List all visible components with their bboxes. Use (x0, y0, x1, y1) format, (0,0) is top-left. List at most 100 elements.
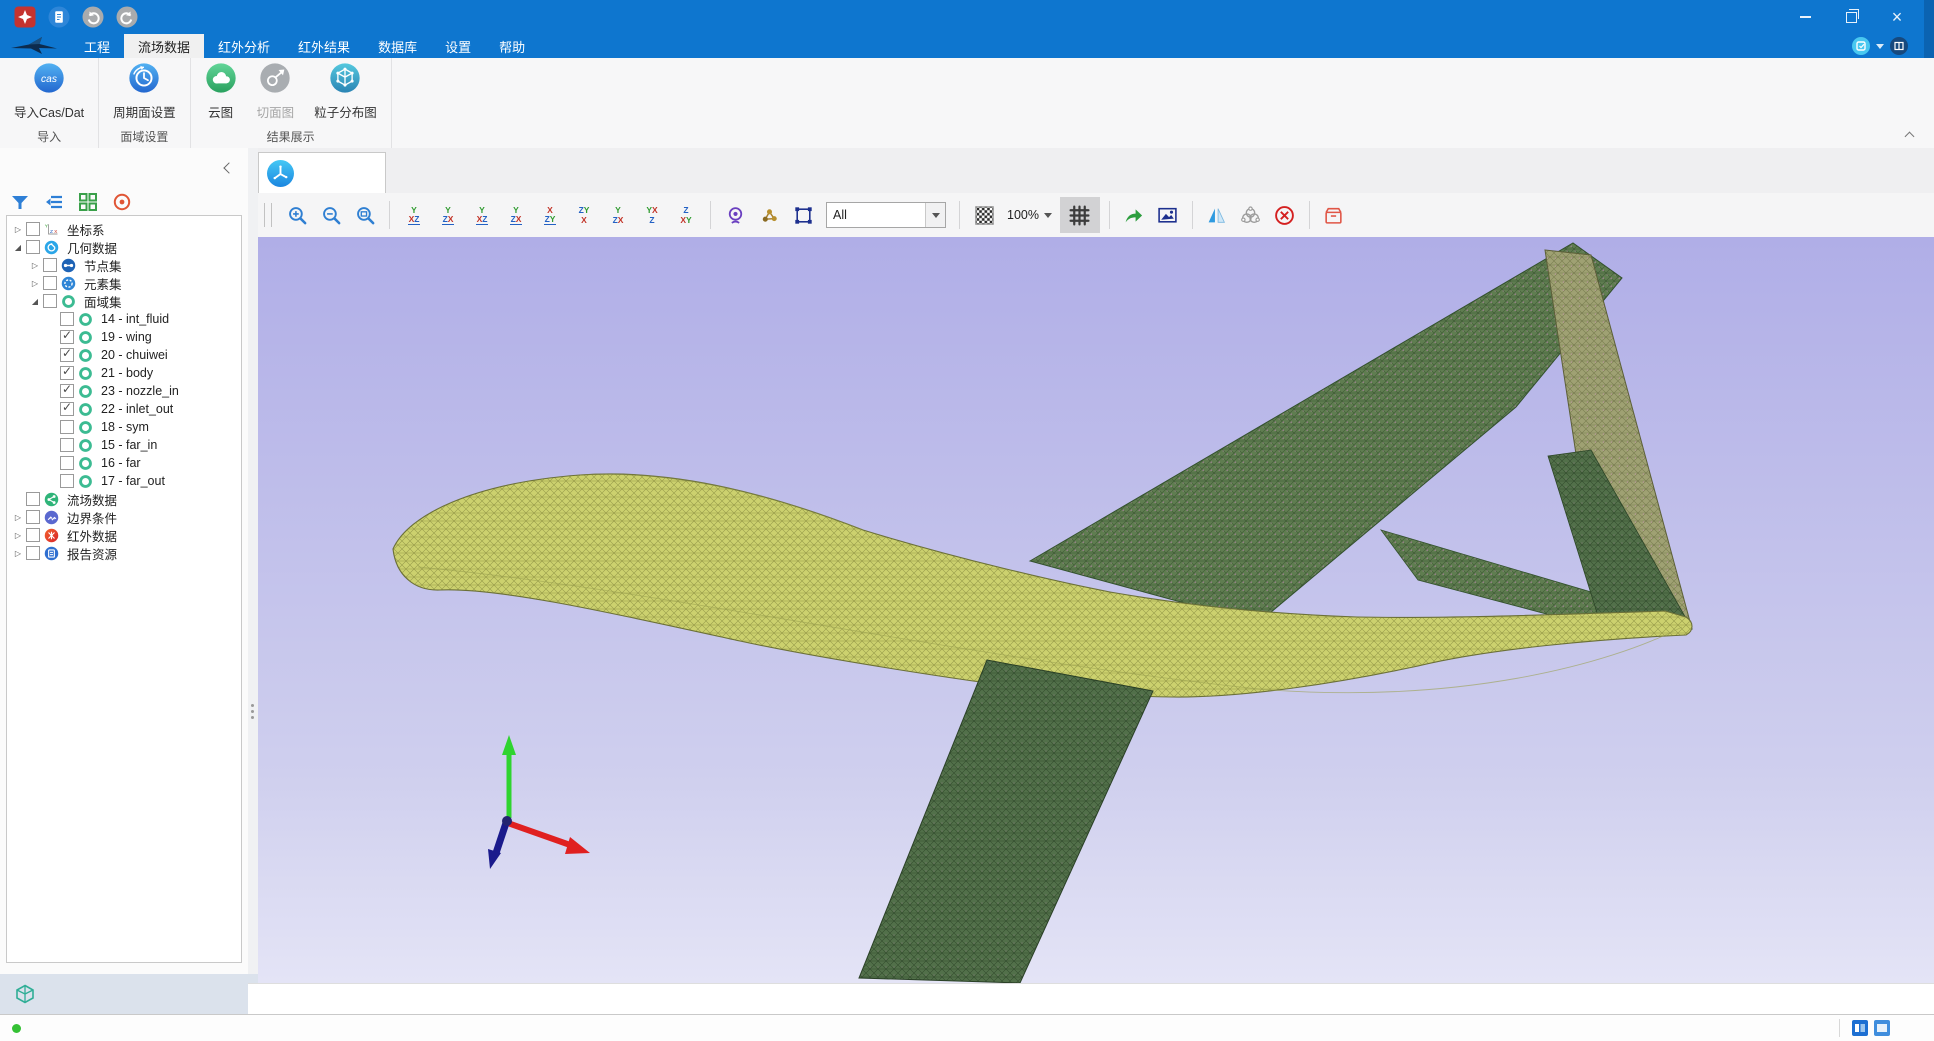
menu-item-6[interactable]: 设置 (431, 34, 485, 58)
tree-checkbox[interactable] (60, 366, 74, 380)
tree-checkbox[interactable] (26, 510, 40, 524)
tree-row[interactable]: 23 - nozzle_in (7, 382, 241, 400)
toolbar-grip[interactable] (264, 203, 272, 227)
new-document-icon[interactable] (48, 6, 70, 28)
tree-row[interactable]: 22 - inlet_out (7, 400, 241, 418)
tree-expander-icon[interactable]: ▷ (11, 549, 25, 558)
ribbon-button-particle-map[interactable]: 粒子分布图 (304, 58, 387, 124)
chevron-down-icon[interactable] (925, 203, 945, 227)
tree-expander-icon[interactable]: ◢ (28, 297, 42, 306)
cancel-button[interactable] (1270, 200, 1300, 230)
zoom-in-button[interactable] (282, 200, 312, 230)
tree-checkbox[interactable] (60, 330, 74, 344)
tree-expander-icon[interactable]: ▷ (11, 531, 25, 540)
target-icon[interactable] (112, 192, 132, 212)
tree-row[interactable]: 17 - far_out (7, 472, 241, 490)
tree-row[interactable]: ▷ 报告资源 (7, 544, 241, 562)
tree-checkbox[interactable] (26, 546, 40, 560)
panel-splitter[interactable] (248, 148, 258, 974)
tree-row[interactable]: 流场数据 (7, 490, 241, 508)
tree-row[interactable]: 14 - int_fluid (7, 310, 241, 328)
tree-checkbox[interactable] (60, 348, 74, 362)
tree-row[interactable]: ▷ YZX 坐标系 (7, 220, 241, 238)
panel-collapse-icon[interactable] (222, 163, 232, 173)
tree-checkbox[interactable] (26, 222, 40, 236)
export-button[interactable] (1119, 200, 1149, 230)
theme-icon[interactable] (1852, 37, 1870, 55)
view-front-button[interactable]: YXZ (399, 201, 429, 229)
tree-row[interactable]: 16 - far (7, 454, 241, 472)
menu-item-4[interactable]: 红外结果 (284, 34, 364, 58)
filter-icon[interactable] (10, 192, 30, 212)
undo-icon[interactable] (82, 6, 104, 28)
tree-row[interactable]: ▷ 节点集 (7, 256, 241, 274)
view-iso-3-button[interactable]: ZXY (671, 201, 701, 229)
tree-checkbox[interactable] (60, 474, 74, 488)
tree-checkbox[interactable] (26, 528, 40, 542)
tree-row[interactable]: 18 - sym (7, 418, 241, 436)
view-iso-2-button[interactable]: YXZ (637, 201, 667, 229)
tree-checkbox[interactable] (43, 276, 57, 290)
snapshot-button[interactable] (1153, 200, 1183, 230)
outline-list-icon[interactable] (44, 192, 64, 212)
zoom-level-dropdown[interactable]: 100% (1007, 208, 1052, 222)
grid-view-icon[interactable] (78, 192, 98, 212)
view-top-button[interactable]: XZY (535, 201, 565, 229)
tree-row[interactable]: ▷ 元素集 (7, 274, 241, 292)
ribbon-collapse-icon[interactable] (1905, 130, 1914, 139)
tree-checkbox[interactable] (43, 294, 57, 308)
point-cloud-button[interactable] (1236, 200, 1266, 230)
tree-checkbox[interactable] (60, 384, 74, 398)
close-button[interactable]: × (1874, 0, 1920, 34)
restore-button[interactable] (1828, 0, 1874, 34)
view-back-button[interactable]: YZX (433, 201, 463, 229)
tree-row[interactable]: 19 - wing (7, 328, 241, 346)
tree-checkbox[interactable] (60, 456, 74, 470)
tree-row[interactable]: 21 - body (7, 364, 241, 382)
menu-item-1[interactable]: 工程 (70, 34, 124, 58)
grid-button[interactable] (1060, 197, 1100, 233)
tree-expander-icon[interactable]: ◢ (11, 243, 25, 252)
tree-expander-icon[interactable]: ▷ (28, 279, 42, 288)
molecule-button[interactable] (754, 200, 784, 230)
ribbon-button-cas-import[interactable]: cas 导入Cas/Dat (4, 58, 94, 124)
tab-3d-view[interactable] (258, 152, 386, 193)
menu-item-3[interactable]: 红外分析 (204, 34, 284, 58)
view-bottom-button[interactable]: ZYX (569, 201, 599, 229)
tree-expander-icon[interactable]: ▷ (28, 261, 42, 270)
zoom-out-button[interactable] (316, 200, 346, 230)
redo-icon[interactable] (116, 6, 138, 28)
tree-row[interactable]: ◢ 几何数据 (7, 238, 241, 256)
minimize-button[interactable] (1782, 0, 1828, 34)
tree-checkbox[interactable] (60, 402, 74, 416)
help-manual-icon[interactable] (1890, 37, 1908, 55)
tree-checkbox[interactable] (60, 312, 74, 326)
tree-checkbox[interactable] (60, 420, 74, 434)
menu-item-5[interactable]: 数据库 (364, 34, 431, 58)
ribbon-button-cloud-map[interactable]: 云图 (195, 58, 247, 124)
save-scene-button[interactable] (1319, 200, 1349, 230)
zoom-fit-button[interactable] (350, 200, 380, 230)
menu-item-2[interactable]: 流场数据 (124, 34, 204, 58)
tree-row[interactable]: ◢ 面域集 (7, 292, 241, 310)
tree-row[interactable]: ▷ 红外数据 (7, 526, 241, 544)
display-filter-combo[interactable]: All (826, 202, 946, 228)
select-region-button[interactable] (788, 200, 818, 230)
mirror-button[interactable] (1202, 200, 1232, 230)
probe-button[interactable] (720, 200, 750, 230)
viewport-3d[interactable] (258, 237, 1934, 983)
tree-expander-icon[interactable]: ▷ (11, 513, 25, 522)
view-iso-1-button[interactable]: YZX (603, 201, 633, 229)
panel-footer-tab[interactable] (0, 974, 258, 1014)
tree-expander-icon[interactable]: ▷ (11, 225, 25, 234)
view-left-button[interactable]: YXZ (467, 201, 497, 229)
tree-checkbox[interactable] (43, 258, 57, 272)
menu-item-7[interactable]: 帮助 (485, 34, 539, 58)
tree-checkbox[interactable] (26, 492, 40, 506)
ribbon-button-period-face[interactable]: 周期面设置 (103, 58, 186, 124)
view-right-button[interactable]: YZX (501, 201, 531, 229)
layout-icon-2[interactable] (1874, 1020, 1890, 1036)
tree-row[interactable]: 15 - far_in (7, 436, 241, 454)
tree-checkbox[interactable] (26, 240, 40, 254)
tree-row[interactable]: 20 - chuiwei (7, 346, 241, 364)
